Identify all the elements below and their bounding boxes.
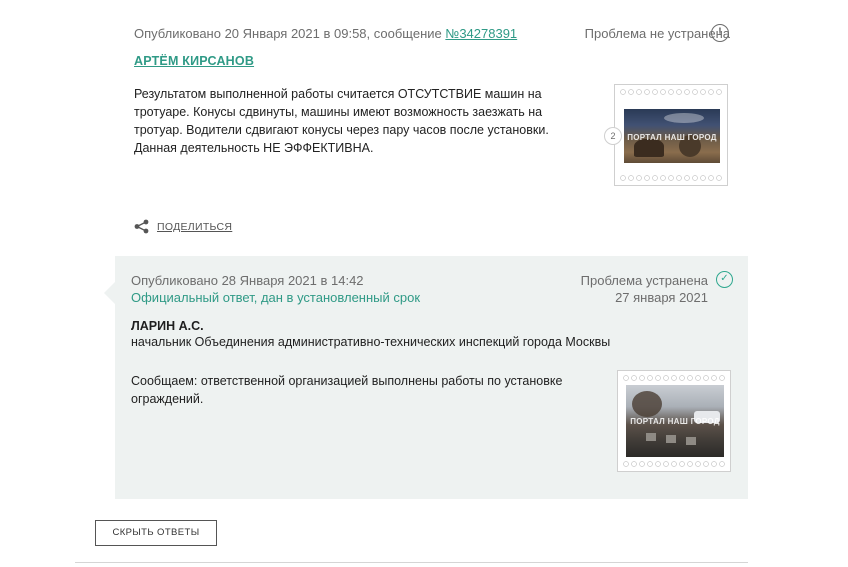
- reply-published-date: Опубликовано 28 Января 2021 в 14:42: [131, 273, 364, 288]
- share-link[interactable]: ПОДЕЛИТЬСЯ: [157, 221, 232, 233]
- reply-text: Сообщаем: ответственной организацией вып…: [131, 374, 563, 406]
- share-icon: [134, 219, 149, 234]
- reply-status: Проблема устранена: [580, 273, 708, 288]
- reply-status-date: 27 января 2021: [615, 290, 708, 305]
- message-photo-thumbnail[interactable]: ПОРТАЛ НАШ ГОРОД: [614, 84, 728, 186]
- author-link[interactable]: АРТЁМ КИРСАНОВ: [134, 54, 254, 68]
- reply-photo: ПОРТАЛ НАШ ГОРОД: [626, 385, 724, 457]
- divider: [75, 562, 748, 563]
- message-number-link[interactable]: №34278391: [445, 26, 517, 41]
- responder-name: ЛАРИН А.С.: [131, 319, 204, 333]
- message-status: Проблема не устранена: [584, 26, 730, 41]
- reply-pointer: [104, 282, 115, 304]
- responder-position: начальник Объединения административно-те…: [131, 335, 611, 349]
- published-date: Опубликовано 20 Января 2021 в 09:58, соо…: [134, 26, 446, 41]
- check-circle-icon: ✓: [716, 271, 733, 288]
- hide-replies-button[interactable]: СКРЫТЬ ОТВЕТЫ: [95, 520, 217, 546]
- photo-count-badge: 2: [604, 127, 622, 145]
- message-meta: Опубликовано 20 Января 2021 в 09:58, соо…: [134, 26, 517, 41]
- exclamation-circle-icon: !: [711, 24, 729, 42]
- message-photo: ПОРТАЛ НАШ ГОРОД: [624, 109, 720, 163]
- share-control[interactable]: ПОДЕЛИТЬСЯ: [134, 219, 232, 234]
- reply-photo-thumbnail[interactable]: ПОРТАЛ НАШ ГОРОД: [617, 370, 731, 472]
- photo-watermark: ПОРТАЛ НАШ ГОРОД: [627, 132, 717, 142]
- photo-watermark: ПОРТАЛ НАШ ГОРОД: [630, 416, 720, 426]
- reply-official-note: Официальный ответ, дан в установленный с…: [131, 290, 421, 305]
- message-text: Результатом выполненной работы считается…: [134, 87, 549, 155]
